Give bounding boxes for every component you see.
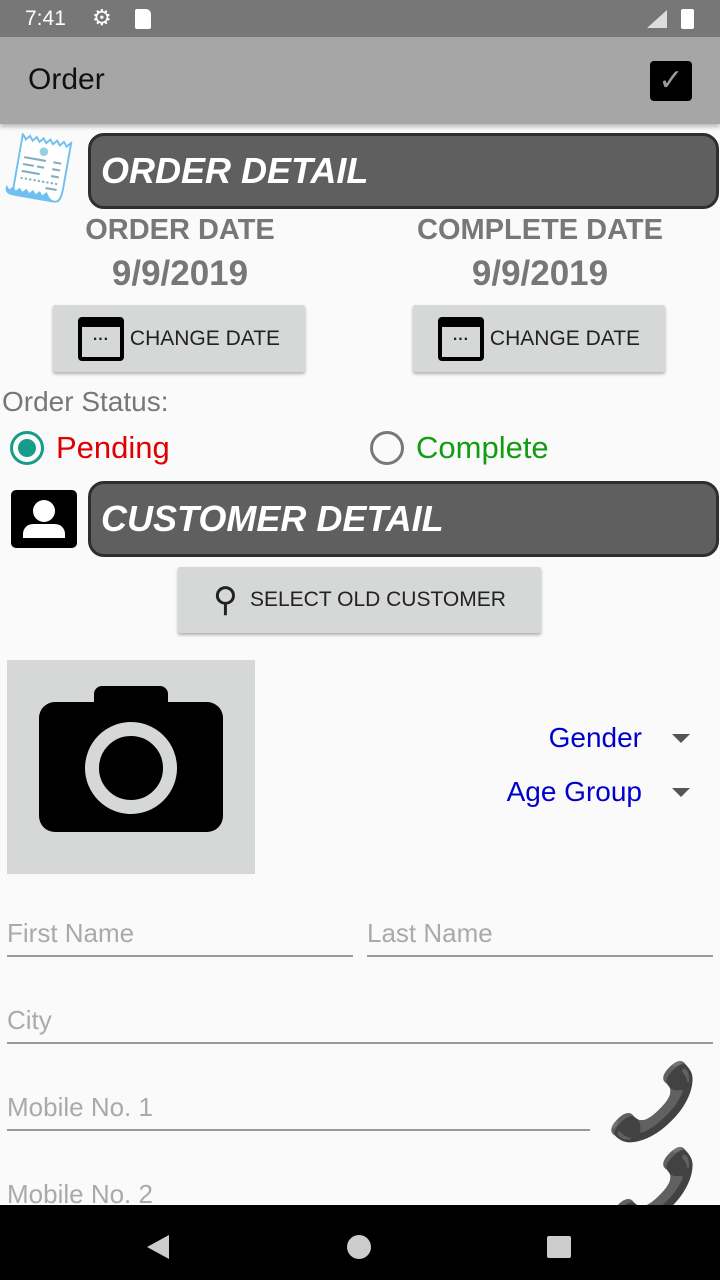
receipt-icon: 🧾 bbox=[0, 130, 82, 208]
calendar-icon: ··· bbox=[437, 316, 484, 361]
select-old-customer-label: SELECT OLD CUSTOMER bbox=[249, 588, 506, 611]
sd-card-icon bbox=[135, 9, 151, 29]
complete-label: Complete bbox=[416, 430, 549, 465]
page-title: Order bbox=[28, 63, 105, 96]
back-icon[interactable] bbox=[147, 1235, 169, 1259]
order-detail-header: ORDER DETAIL bbox=[88, 133, 719, 209]
dropdown-arrow-icon bbox=[672, 787, 690, 797]
order-date-value: 9/9/2019 bbox=[111, 254, 249, 293]
settings-icon: ⚙ bbox=[92, 5, 112, 30]
gender-label: Gender bbox=[548, 722, 642, 753]
gender-spinner[interactable]: Gender bbox=[480, 722, 690, 754]
radio-pending[interactable]: Pending bbox=[10, 430, 170, 466]
order-date-label: ORDER DATE bbox=[85, 214, 275, 246]
first-name-input[interactable]: First Name bbox=[7, 918, 353, 957]
camera-icon bbox=[39, 686, 223, 832]
change-complete-date-button[interactable]: ··· CHANGE DATE bbox=[413, 305, 665, 372]
calendar-icon: ··· bbox=[77, 316, 124, 361]
complete-date-label: COMPLETE DATE bbox=[417, 214, 663, 246]
signal-icon bbox=[647, 10, 667, 28]
select-old-customer-button[interactable]: ⚲ SELECT OLD CUSTOMER bbox=[178, 567, 541, 633]
pending-label: Pending bbox=[56, 430, 170, 465]
clipboard-check-icon[interactable]: ✓ bbox=[650, 61, 692, 101]
order-status-label: Order Status: bbox=[2, 386, 169, 417]
app-bar: Order ✓ bbox=[0, 37, 720, 124]
status-bar: 7:41 ⚙ bbox=[0, 0, 720, 37]
change-date-label: CHANGE DATE bbox=[129, 326, 281, 350]
change-order-date-button[interactable]: ··· CHANGE DATE bbox=[53, 305, 305, 372]
person-icon bbox=[11, 490, 77, 548]
dropdown-arrow-icon bbox=[672, 733, 690, 743]
radio-unchecked-icon bbox=[370, 431, 404, 465]
complete-date-value: 9/9/2019 bbox=[471, 254, 609, 293]
customer-detail-header: CUSTOMER DETAIL bbox=[88, 481, 719, 557]
battery-icon bbox=[681, 9, 694, 29]
city-input[interactable]: City bbox=[7, 1005, 713, 1044]
radio-checked-icon bbox=[10, 431, 44, 465]
search-icon: ⚲ bbox=[213, 581, 238, 619]
customer-photo-button[interactable] bbox=[7, 660, 255, 874]
radio-complete[interactable]: Complete bbox=[370, 430, 549, 466]
change-date-label: CHANGE DATE bbox=[489, 326, 641, 350]
last-name-input[interactable]: Last Name bbox=[367, 918, 713, 957]
mobile-1-input[interactable]: Mobile No. 1 bbox=[7, 1092, 590, 1131]
home-icon[interactable] bbox=[347, 1235, 371, 1259]
recents-icon[interactable] bbox=[547, 1236, 571, 1258]
navigation-bar bbox=[0, 1205, 720, 1280]
age-group-label: Age Group bbox=[506, 776, 642, 807]
age-group-spinner[interactable]: Age Group bbox=[400, 776, 690, 808]
clock: 7:41 bbox=[25, 7, 66, 30]
phone-icon[interactable]: 📞 bbox=[606, 1060, 698, 1143]
